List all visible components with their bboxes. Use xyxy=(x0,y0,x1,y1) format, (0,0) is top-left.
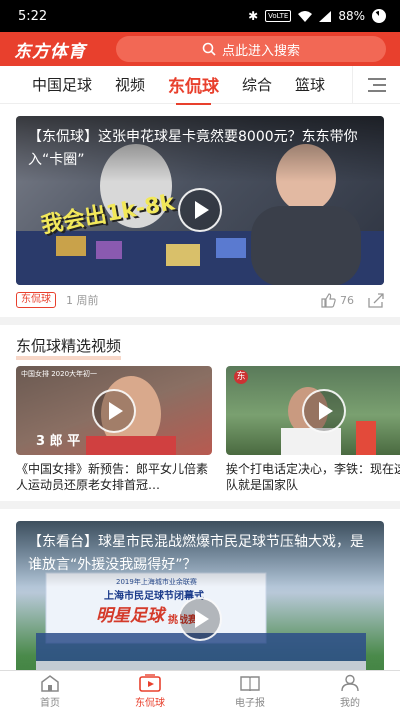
article-thumbnail[interactable]: 【东侃球】这张申花球星卡竟然要8000元？东东带你入“卡圈” 我会出1k-8k xyxy=(16,116,384,285)
bluetooth-icon: ✱ xyxy=(248,9,259,23)
video-thumbnail[interactable]: 中国女排 2020大年初一 3 郎 平 xyxy=(16,366,212,455)
profile-icon xyxy=(341,674,359,691)
home-icon xyxy=(41,674,59,692)
video-card[interactable]: 中国女排 2020大年初一 3 郎 平 《中国女排》新预告：郎平女儿倍素人运动员… xyxy=(16,366,212,493)
like-button[interactable]: 76 xyxy=(321,292,354,308)
app-header: 东方体育 点此进入搜索 xyxy=(0,32,400,66)
like-count: 76 xyxy=(340,293,354,307)
play-button[interactable] xyxy=(92,389,136,433)
play-button[interactable] xyxy=(178,188,222,232)
volte-badge: VoLTE xyxy=(265,10,292,22)
article-tag[interactable]: 东侃球 xyxy=(16,292,56,308)
tab-basketball[interactable]: 篮球 xyxy=(295,74,325,95)
app-logo: 东方体育 xyxy=(14,41,86,62)
article-thumbnail[interactable]: 【东看台】球星市民混战燃爆市民足球节压轴大戏，是谁放言“外援没我踢得好”？ 20… xyxy=(16,521,384,670)
tab-video[interactable]: 视频 xyxy=(115,74,145,95)
article-meta: 东侃球 1 周前 76 xyxy=(16,285,384,315)
featured-video-carousel[interactable]: 中国女排 2020大年初一 3 郎 平 《中国女排》新预告：郎平女儿倍素人运动员… xyxy=(0,362,400,493)
video-title: 挨个打电话定决心，李铁：现在这个队就是国家队 xyxy=(226,462,400,492)
nav-dongkanqiu[interactable]: 东侃球 xyxy=(100,671,200,711)
thumbs-up-icon xyxy=(321,292,336,308)
play-button[interactable] xyxy=(178,597,222,641)
play-button[interactable] xyxy=(302,389,346,433)
banner-small: 2019年上海城市业余联赛 xyxy=(116,578,197,586)
tab-general[interactable]: 综合 xyxy=(242,74,272,95)
video-thumbnail[interactable]: 东 xyxy=(226,366,400,455)
section-divider xyxy=(0,501,400,509)
status-bar: 5:22 ✱ VoLTE 88% xyxy=(0,0,400,32)
video-icon xyxy=(139,673,161,692)
bottom-nav: 首页 东侃球 电子报 我的 xyxy=(0,670,400,711)
tab-china-football[interactable]: 中国足球 xyxy=(32,74,92,95)
nav-home[interactable]: 首页 xyxy=(0,671,100,711)
feed: 【东侃球】这张申花球星卡竟然要8000元？东东带你入“卡圈” 我会出1k-8k … xyxy=(0,104,400,670)
article-time: 1 周前 xyxy=(66,294,99,307)
status-icons: ✱ VoLTE 88% xyxy=(248,9,386,23)
battery-icon xyxy=(372,9,386,23)
video-caption-name: 3 郎 平 xyxy=(36,434,81,449)
article-card[interactable]: 【东看台】球星市民混战燃爆市民足球节压轴大戏，是谁放言“外援没我踢得好”？ 20… xyxy=(0,509,400,670)
search-icon xyxy=(202,42,216,56)
search-placeholder: 点此进入搜索 xyxy=(221,43,300,59)
video-title: 《中国女排》新预告：郎平女儿倍素人运动员还原老女排首冠… xyxy=(16,462,209,492)
channel-menu-button[interactable] xyxy=(352,65,400,104)
nav-epaper[interactable]: 电子报 xyxy=(200,671,300,711)
wifi-icon xyxy=(298,10,313,22)
article-card[interactable]: 【东侃球】这张申花球星卡竟然要8000元？东东带你入“卡圈” 我会出1k-8k … xyxy=(0,104,400,315)
category-tabs: 中国足球 视频 东侃球 综合 篮球 xyxy=(0,65,400,105)
signal-icon xyxy=(319,10,332,22)
video-caption-top: 中国女排 2020大年初一 xyxy=(21,370,98,378)
video-card[interactable]: 东 挨个打电话定决心，李铁：现在这个队就是国家队 xyxy=(226,366,400,493)
nav-profile[interactable]: 我的 xyxy=(300,671,400,711)
video-caption-top: 东 xyxy=(234,370,248,384)
section-title: 东侃球精选视频 xyxy=(0,325,400,362)
battery-percent: 88% xyxy=(338,9,365,23)
article-title: 【东看台】球星市民混战燃爆市民足球节压轴大戏，是谁放言“外援没我踢得好”？ xyxy=(16,521,384,587)
newspaper-icon xyxy=(240,675,260,691)
search-input[interactable]: 点此进入搜索 xyxy=(116,36,386,62)
tab-dongkanqiu[interactable]: 东侃球 xyxy=(168,72,219,105)
menu-icon xyxy=(367,77,386,92)
status-time: 5:22 xyxy=(18,8,48,24)
section-divider xyxy=(0,317,400,325)
article-title: 【东侃球】这张申花球星卡竟然要8000元？东东带你入“卡圈” xyxy=(16,116,384,182)
share-icon[interactable] xyxy=(368,292,384,308)
